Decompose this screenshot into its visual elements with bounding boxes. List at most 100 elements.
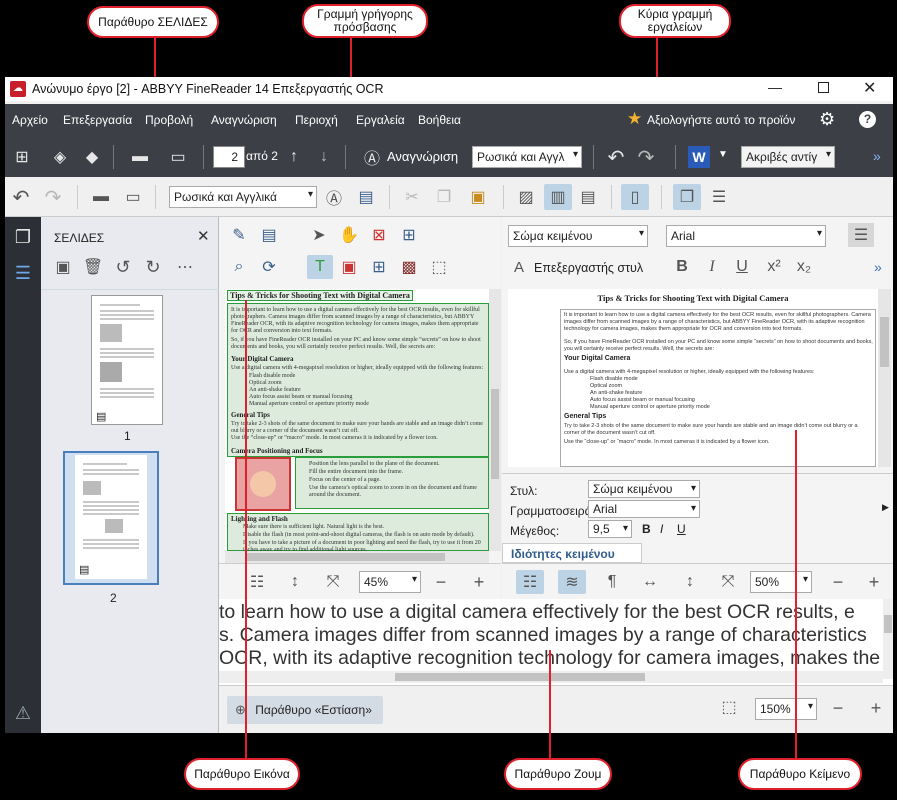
refresh-icon[interactable]: ⟳ — [259, 257, 279, 277]
image-view-icon[interactable]: ▨ — [514, 186, 538, 208]
zoom-out-icon[interactable]: − — [431, 572, 451, 592]
subscript-icon[interactable]: x₂ — [794, 257, 814, 277]
zoom-out-icon[interactable]: − — [829, 698, 847, 718]
text-list-view-icon[interactable]: ☷ — [516, 570, 544, 594]
prop-font-select[interactable]: Arial ▾ — [588, 500, 700, 518]
image-picture-area[interactable] — [235, 457, 291, 511]
undo-icon[interactable]: ↶ — [605, 146, 627, 169]
prop-style-select[interactable]: Σώμα κειμένου ▾ — [588, 480, 700, 498]
list-nav-icon[interactable]: ☰ — [11, 261, 35, 285]
pilcrow-icon[interactable]: ¶ — [602, 572, 622, 592]
copy-icon[interactable]: ❐ — [433, 186, 455, 208]
thumbnails-view-icon[interactable]: ❐ — [673, 184, 701, 210]
image-horizontal-scrollbar[interactable] — [225, 551, 489, 563]
page-number-input[interactable]: 2 — [213, 146, 245, 168]
warning-icon[interactable]: ⚠ — [11, 701, 35, 725]
delete-area-icon[interactable]: ⊠ — [369, 225, 389, 245]
copy-mode-select[interactable]: Ακριβές αντίγ ▾ — [741, 146, 835, 168]
help-icon[interactable]: ? — [859, 111, 876, 128]
export-dropdown-icon[interactable]: ▼ — [718, 149, 728, 160]
fit-height-icon[interactable]: ↕ — [285, 572, 305, 592]
close-icon[interactable]: ✕ — [863, 78, 876, 98]
recognize-page-icon[interactable]: ▤ — [355, 186, 377, 208]
save-pages-icon[interactable]: ▣ — [53, 257, 73, 277]
delete-page-icon[interactable]: 🗑 — [83, 257, 103, 277]
prop-bold-icon[interactable]: B — [642, 522, 651, 536]
prev-page-icon[interactable]: ↑ — [284, 146, 304, 168]
focus-pane-button[interactable]: ⊕ Παράθυρο «Εστίαση» — [227, 696, 383, 724]
minimize-icon[interactable]: — — [768, 79, 782, 95]
table-area-icon[interactable]: ⊞ — [369, 257, 389, 277]
cut-icon[interactable]: ✂ — [401, 186, 423, 208]
style-editor-icon[interactable]: A — [510, 257, 528, 277]
prop-underline-icon[interactable]: U — [677, 522, 686, 536]
font-select[interactable]: Arial ▾ — [666, 225, 826, 247]
maximize-icon[interactable] — [818, 82, 829, 93]
pages-panel-toggle-icon[interactable]: ▯ — [621, 184, 649, 210]
text-view-icon[interactable]: ▤ — [576, 186, 600, 208]
zoom-in-icon[interactable]: + — [864, 572, 884, 592]
close-pane-icon[interactable]: ✕ — [197, 227, 210, 245]
fit-page-icon[interactable]: ⤧ — [718, 572, 738, 592]
text-vertical-scrollbar[interactable] — [878, 289, 891, 467]
bold-icon[interactable]: B — [672, 257, 692, 277]
zoom-out-icon[interactable]: − — [828, 572, 848, 592]
menu-view[interactable]: Προβολή — [145, 113, 193, 127]
prop-expand-icon[interactable]: ▶ — [882, 502, 889, 513]
image-text-view-icon[interactable]: ▥ — [544, 184, 572, 210]
language-select[interactable]: Ρωσικά και Αγγλ ▾ — [472, 146, 582, 168]
select-cursor-icon[interactable]: ➤ — [309, 225, 329, 245]
recognize-icon[interactable]: Ⓐ — [323, 186, 345, 208]
zoom-in-icon[interactable]: + — [469, 572, 489, 592]
text-area-icon[interactable]: T — [307, 255, 333, 279]
show-formatting-icon[interactable]: ≋ — [558, 570, 586, 594]
image-zoom-select[interactable]: 45% ▾ — [359, 571, 421, 593]
toolbar-overflow-icon[interactable]: » — [873, 148, 881, 164]
word-export-icon[interactable]: W — [688, 146, 710, 168]
details-view-icon[interactable]: ☰ — [707, 186, 731, 208]
menu-tools[interactable]: Εργαλεία — [356, 113, 405, 127]
rotate-left-icon[interactable]: ↺ — [113, 257, 133, 277]
menu-edit[interactable]: Επεξεργασία — [63, 113, 132, 127]
menu-recognize[interactable]: Αναγνώριση — [211, 113, 277, 127]
more-options-icon[interactable]: ⋯ — [175, 257, 195, 277]
paragraph-style-select[interactable]: Σώμα κειμένου ▾ — [508, 225, 648, 247]
text-zoom-select[interactable]: 50% ▾ — [750, 571, 812, 593]
hand-tool-icon[interactable]: ✋ — [339, 225, 359, 245]
menu-help[interactable]: Βοήθεια — [418, 113, 461, 127]
recognize-area-icon[interactable]: ▤ — [259, 225, 279, 245]
layers-icon[interactable]: ◆ — [81, 146, 103, 168]
next-page-icon[interactable]: ↓ — [314, 146, 334, 168]
superscript-icon[interactable]: x² — [764, 257, 784, 277]
quick-language-select[interactable]: Ρωσικά και Αγγλικά ▾ — [169, 186, 317, 208]
redo-icon[interactable]: ↷ — [41, 186, 65, 209]
background-area-icon[interactable]: ▩ — [399, 257, 419, 277]
recognize-icon[interactable]: Ⓐ — [361, 146, 383, 168]
open-folder-icon[interactable]: ▬ — [129, 146, 151, 168]
align-icon[interactable]: ☰ — [848, 223, 874, 247]
recognize-button[interactable]: Αναγνώριση — [387, 149, 458, 164]
text-properties-tab[interactable]: Ιδιότητες κειμένου — [502, 543, 642, 563]
italic-icon[interactable]: I — [702, 257, 722, 277]
settings-gear-icon[interactable]: ⚙ — [819, 109, 835, 130]
pages-nav-icon[interactable]: ❐ — [11, 225, 35, 249]
page-thumbnail-2-selected[interactable]: ▤ — [63, 451, 159, 585]
zoom-in-icon[interactable]: + — [867, 698, 885, 718]
scan-icon[interactable]: ▭ — [121, 186, 145, 208]
edit-image-icon[interactable]: ✎ — [229, 225, 249, 245]
zoom-pane-zoom-select[interactable]: 150% ▾ — [755, 698, 817, 720]
fit-width-icon[interactable]: ↔ — [640, 572, 660, 592]
fit-page-icon[interactable]: ⤧ — [323, 572, 343, 592]
paste-icon[interactable]: ▣ — [467, 186, 489, 208]
style-editor-button[interactable]: Επεξεργαστής στυλ — [534, 261, 643, 275]
prop-italic-icon[interactable]: I — [660, 522, 663, 536]
redo-icon[interactable]: ↷ — [635, 146, 657, 169]
zoom-horizontal-scrollbar[interactable] — [219, 671, 883, 683]
image-list-view-icon[interactable]: ☷ — [247, 572, 267, 592]
add-area-icon[interactable]: ⊞ — [399, 225, 419, 245]
open-folder-icon[interactable]: ▬ — [89, 186, 113, 208]
image-vertical-scrollbar[interactable] — [489, 289, 501, 551]
underline-icon[interactable]: U — [732, 257, 752, 277]
add-pages-icon[interactable]: ◈ — [49, 146, 71, 168]
analyze-icon[interactable]: ⌕ — [229, 257, 249, 277]
